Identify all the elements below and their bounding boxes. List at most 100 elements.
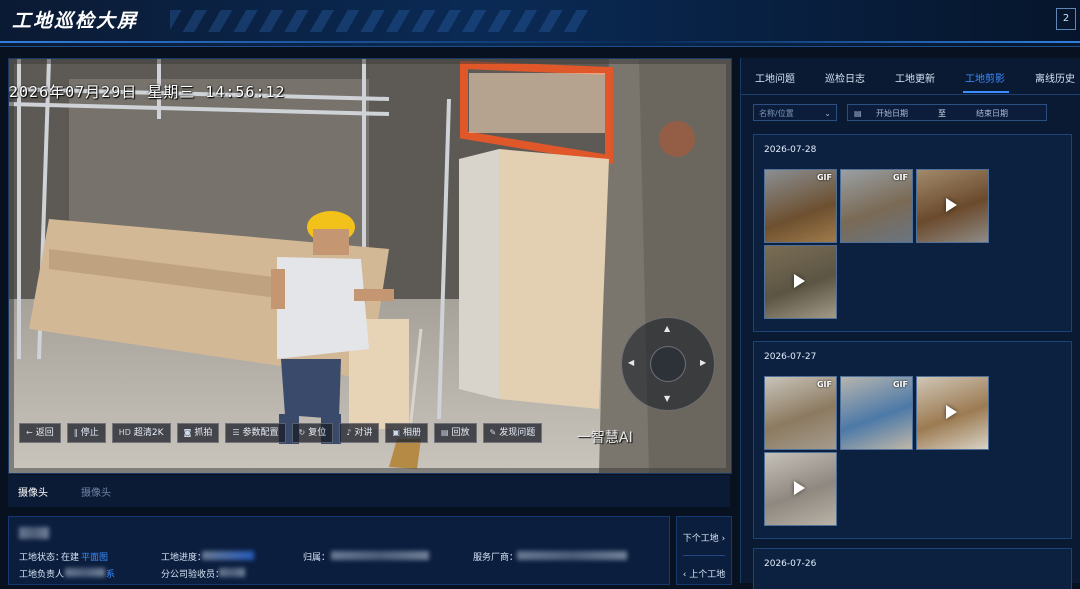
calendar-icon: ▤ xyxy=(854,109,862,118)
toolbar-button[interactable]: ← 返回 xyxy=(19,423,61,443)
live-video-feed[interactable]: 2026年07月29日 星期三 14:56:12 一智慧AI ▲ ▼ ◀ ▶ ←… xyxy=(8,58,732,474)
toolbar-button[interactable]: ‖ 停止 xyxy=(66,423,106,443)
start-date-input[interactable]: 开始日期 xyxy=(876,105,908,122)
tab-site-snapshots[interactable]: 工地剪影 xyxy=(965,70,1005,85)
toolbar-button[interactable]: ♪ 对讲 xyxy=(339,423,380,443)
site-manager-suffix[interactable]: 系 xyxy=(106,567,115,580)
name-location-select[interactable]: 名称/位置 ⌄ xyxy=(753,104,837,121)
site-navigation: 下个工地 › ‹ 上个工地 xyxy=(676,516,732,585)
toolbar-button[interactable]: HD 超清2K xyxy=(111,423,171,443)
tab-inspection-log[interactable]: 巡检日志 xyxy=(825,70,865,85)
floor-plan-link[interactable]: 平面图 xyxy=(81,550,108,563)
video-toolbar: ← 返回 ‖ 停止 HD 超清2K ◙ 抓拍 ☰ 参数配置 ↻ 复位 ♪ 对讲 ▣ 相册 ▤ 回放 ✎ 发现问题 xyxy=(19,423,543,443)
date-separator: 至 xyxy=(938,109,946,118)
snapshot-thumbnail[interactable] xyxy=(764,245,837,319)
header-divider xyxy=(0,41,1080,43)
snapshot-thumbnail[interactable] xyxy=(916,376,989,450)
snapshot-date: 2026-07-26 xyxy=(764,559,817,569)
toolbar-button[interactable]: ✎ 发现问题 xyxy=(482,423,543,443)
reset-icon: ↻ xyxy=(298,428,306,437)
ptz-left-icon[interactable]: ◀ xyxy=(628,358,634,367)
prev-site-button[interactable]: ‹ 上个工地 xyxy=(677,567,731,580)
chevron-left-icon: ‹ xyxy=(682,570,687,580)
ptz-control[interactable]: ▲ ▼ ◀ ▶ xyxy=(621,317,715,411)
play-icon xyxy=(946,198,957,212)
date-range-picker[interactable]: ▤ 开始日期 至 结束日期 xyxy=(847,104,1047,121)
video-timestamp: 2026年07月29日 星期三 14:56:12 xyxy=(9,83,286,101)
mic-icon: ♪ xyxy=(346,428,352,437)
next-site-label: 下个工地 xyxy=(682,534,719,544)
snapshot-thumbnail[interactable]: GIF xyxy=(764,169,837,243)
video-watermark: 一智慧AI xyxy=(577,430,633,446)
next-site-button[interactable]: 下个工地 › xyxy=(677,531,731,544)
pause-icon: ‖ xyxy=(73,428,78,437)
album-icon: ▣ xyxy=(392,428,400,437)
right-tab-bar: 工地问题 巡检日志 工地更新 工地剪影 离线历史 xyxy=(741,58,1080,95)
active-tab-indicator xyxy=(963,91,1009,93)
belong-redacted xyxy=(331,551,429,560)
end-date-input[interactable]: 结束日期 xyxy=(976,105,1008,122)
tab-site-updates[interactable]: 工地更新 xyxy=(895,70,935,85)
top-header: 工地巡检大屏 2 xyxy=(0,0,1080,47)
site-status-label: 工地状态： xyxy=(19,553,65,563)
inspector-label: 分公司验收员： xyxy=(161,570,225,580)
snapshot-thumbnail[interactable]: GIF xyxy=(840,376,913,450)
snapshot-thumbnail[interactable]: GIF xyxy=(764,376,837,450)
gif-badge: GIF xyxy=(816,380,832,389)
toolbar-button-label: 发现问题 xyxy=(499,428,536,438)
header-decoration xyxy=(170,10,590,32)
site-status-value: 在建 xyxy=(61,553,80,563)
chevron-down-icon: ⌄ xyxy=(824,109,831,118)
hd-icon: HD xyxy=(118,428,131,437)
snapshot-date: 2026-07-28 xyxy=(764,145,817,155)
play-icon xyxy=(794,274,805,288)
tab-camera-1[interactable]: 摄像头 xyxy=(18,484,48,499)
fullscreen-button[interactable]: 2 xyxy=(1056,8,1076,30)
tab-site-issues[interactable]: 工地问题 xyxy=(755,70,795,85)
camera-tab-bar: 摄像头 摄像头 xyxy=(8,475,730,507)
toolbar-button[interactable]: ☰ 参数配置 xyxy=(225,423,286,443)
snapshot-thumbnail[interactable] xyxy=(916,169,989,243)
toolbar-button-label: 停止 xyxy=(80,428,99,438)
tab-camera-2[interactable]: 摄像头 xyxy=(81,484,111,499)
ptz-right-icon[interactable]: ▶ xyxy=(700,358,706,367)
toolbar-button-label: 参数配置 xyxy=(242,428,279,438)
snapshot-thumbnail[interactable]: GIF xyxy=(840,169,913,243)
name-location-placeholder: 名称/位置 xyxy=(759,109,794,118)
site-manager-label: 工地负责人 xyxy=(19,570,65,580)
ptz-up-icon[interactable]: ▲ xyxy=(664,324,670,333)
settings-icon: ☰ xyxy=(232,428,240,437)
gif-badge: GIF xyxy=(892,173,908,182)
nav-divider xyxy=(683,555,725,556)
toolbar-button-label: 超清2K xyxy=(133,428,164,438)
snapshot-day-card: 2026-07-28 GIF GIF xyxy=(753,134,1072,332)
toolbar-button-label: 返回 xyxy=(35,428,54,438)
site-progress-label: 工地进度： xyxy=(161,553,207,563)
page-title: 工地巡检大屏 xyxy=(12,10,139,32)
snapshot-date: 2026-07-27 xyxy=(764,352,817,362)
play-icon xyxy=(794,481,805,495)
toolbar-button-label: 复位 xyxy=(308,428,327,438)
belong-label: 归属： xyxy=(303,553,331,563)
camera-scene xyxy=(9,59,731,473)
prev-site-label: 上个工地 xyxy=(689,570,726,580)
gif-badge: GIF xyxy=(892,380,908,389)
toolbar-button-label: 相册 xyxy=(402,428,421,438)
toolbar-button[interactable]: ▤ 回放 xyxy=(433,423,477,443)
gif-badge: GIF xyxy=(816,173,832,182)
ptz-down-icon[interactable]: ▼ xyxy=(664,394,670,403)
snapshot-thumbnail[interactable] xyxy=(764,452,837,526)
report-icon: ✎ xyxy=(489,428,497,437)
toolbar-button-label: 抓拍 xyxy=(194,428,213,438)
toolbar-button[interactable]: ▣ 相册 xyxy=(385,423,428,443)
site-progress-redacted xyxy=(202,551,254,560)
site-info-panel: 工地状态： 在建 平面图 工地进度： 归属： 服务厂商： 工地负责人 系 分公司… xyxy=(8,516,670,585)
toolbar-button-label: 回放 xyxy=(451,428,470,438)
toolbar-button[interactable]: ↻ 复位 xyxy=(291,423,334,443)
play-icon xyxy=(946,405,957,419)
toolbar-button-label: 对讲 xyxy=(354,428,373,438)
toolbar-button[interactable]: ◙ 抓拍 xyxy=(176,423,220,443)
tab-offline-history[interactable]: 离线历史 xyxy=(1035,70,1075,85)
right-panel: 工地问题 巡检日志 工地更新 工地剪影 离线历史 名称/位置 ⌄ ▤ 开始日期 … xyxy=(740,58,1080,589)
ptz-center-button[interactable] xyxy=(650,346,686,382)
